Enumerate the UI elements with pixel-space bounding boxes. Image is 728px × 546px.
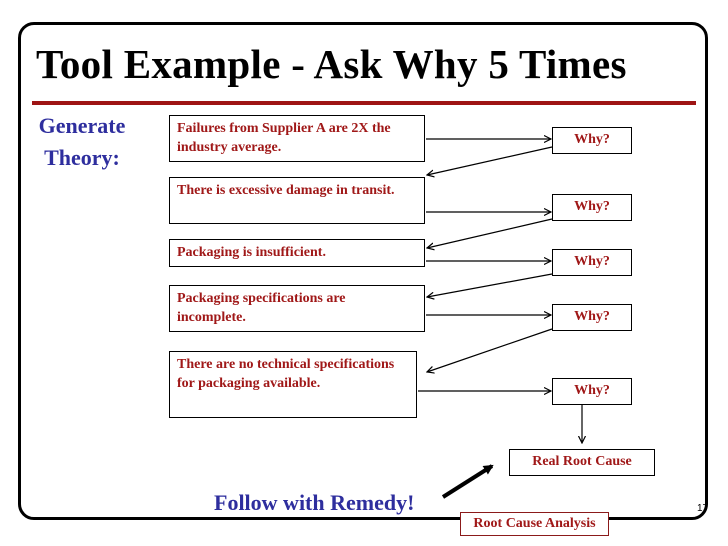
arrow-why2-to-cause3 [427, 218, 553, 248]
arrow-why1-to-cause2 [427, 146, 553, 175]
arrow-remedy-to-root-cause [441, 464, 494, 499]
arrow-why4-to-cause5 [427, 328, 553, 372]
arrow-layer [418, 0, 728, 499]
arrow-why3-to-cause4 [427, 273, 553, 297]
